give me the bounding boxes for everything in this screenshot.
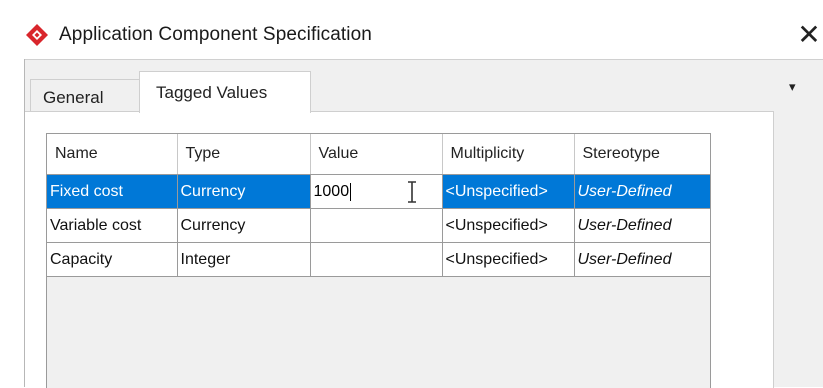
cell-stereotype[interactable]: User-Defined	[574, 208, 710, 243]
cell-name[interactable]: Fixed cost	[47, 174, 178, 209]
window-title: Application Component Specification	[59, 24, 372, 45]
tab-overflow-dropdown-icon[interactable]: ▾	[789, 80, 796, 95]
cell-stereotype[interactable]: User-Defined	[574, 174, 710, 209]
column-header-name[interactable]: Name	[47, 134, 178, 175]
app-logo-icon	[26, 24, 48, 46]
cell-multiplicity[interactable]: <Unspecified>	[442, 174, 575, 209]
tagged-values-table: Name Type Value Multiplicity Stereotype …	[46, 133, 711, 388]
table-header-row: Name Type Value Multiplicity Stereotype	[47, 134, 710, 175]
column-header-stereotype[interactable]: Stereotype	[574, 134, 710, 175]
frame-border-top	[24, 59, 823, 60]
column-header-type[interactable]: Type	[177, 134, 311, 175]
table-row[interactable]: Variable cost Currency <Unspecified> Use…	[47, 208, 710, 243]
value-edit-field[interactable]: 1000	[314, 182, 352, 201]
tab-tagged-values[interactable]: Tagged Values	[139, 71, 311, 113]
tab-general-label: General	[43, 88, 104, 107]
column-header-value[interactable]: Value	[310, 134, 443, 175]
close-button[interactable]: ✕	[794, 18, 823, 52]
cell-multiplicity[interactable]: <Unspecified>	[442, 208, 575, 243]
cell-value[interactable]: 1000	[310, 174, 443, 209]
text-cursor-icon	[407, 181, 416, 203]
table-row[interactable]: Capacity Integer <Unspecified> User-Defi…	[47, 242, 710, 277]
cell-type[interactable]: Currency	[177, 208, 311, 243]
cell-type[interactable]: Integer	[177, 242, 311, 277]
cell-stereotype[interactable]: User-Defined	[574, 242, 710, 277]
cell-name[interactable]: Variable cost	[47, 208, 178, 243]
cell-type[interactable]: Currency	[177, 174, 311, 209]
tab-tagged-values-label: Tagged Values	[156, 83, 268, 102]
tab-general[interactable]: General	[30, 79, 140, 112]
table-row[interactable]: Fixed cost Currency 1000 <Unspecified> U…	[47, 174, 710, 209]
cell-multiplicity[interactable]: <Unspecified>	[442, 242, 575, 277]
column-header-multiplicity[interactable]: Multiplicity	[442, 134, 575, 175]
cell-name[interactable]: Capacity	[47, 242, 178, 277]
cell-value[interactable]	[310, 242, 443, 277]
cell-value[interactable]	[310, 208, 443, 243]
